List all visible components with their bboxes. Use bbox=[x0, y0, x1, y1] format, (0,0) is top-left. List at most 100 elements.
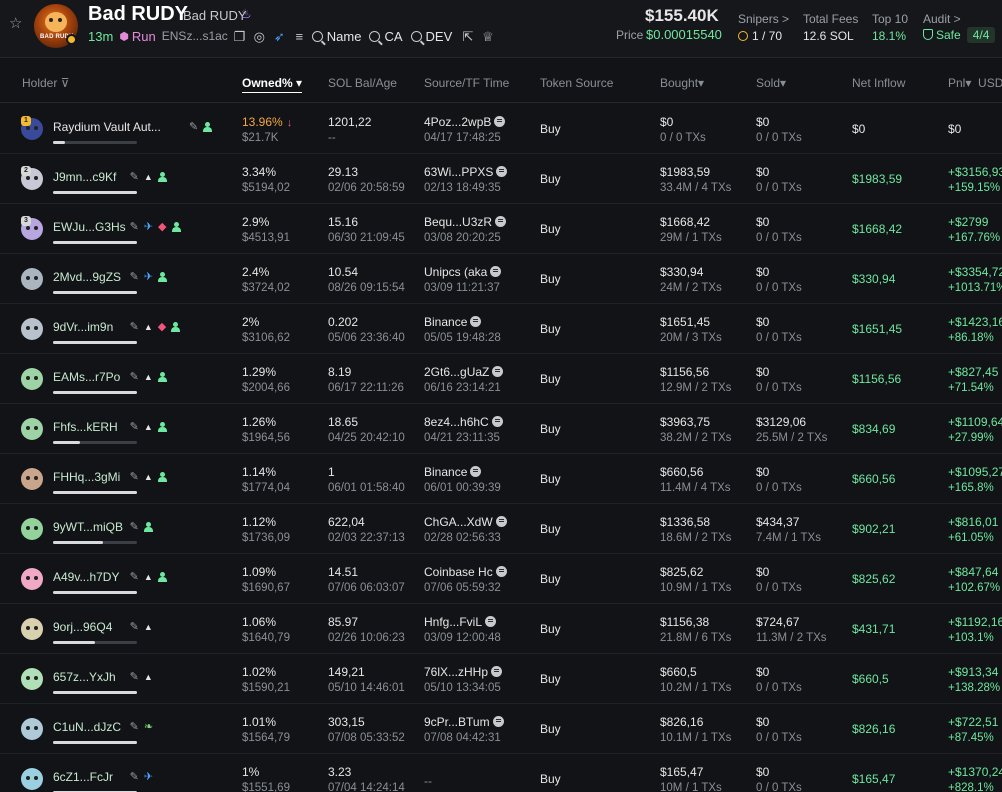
search-icon bbox=[410, 30, 422, 42]
holder-address[interactable]: 2Mvd...9gZS bbox=[53, 270, 121, 284]
edit-icon[interactable]: ✎ bbox=[130, 620, 139, 633]
edit-icon[interactable]: ✎ bbox=[130, 270, 139, 283]
table-row[interactable]: 9yWT...miQB ✎ 1.12% $1736,09 622,04 02/03 22:… bbox=[0, 504, 1002, 554]
col-sol-age[interactable]: SOL Bal/Age bbox=[328, 76, 397, 90]
table-row[interactable]: 657z...YxJh ✎ ▲ 1.02% $1590,21 149,21 05/10 14… bbox=[0, 654, 1002, 704]
edit-icon[interactable]: ✎ bbox=[130, 720, 139, 733]
holder-address[interactable]: A49v...h7DY bbox=[53, 570, 119, 584]
table-row[interactable]: FHHq...3gMi ✎ ▲ 1.14% $1774,04 1 06/01 01:58:4… bbox=[0, 454, 1002, 504]
table-row[interactable]: EAMs...r7Po ✎ ▲ 1.29% $2004,66 8.19 06/17 22:1… bbox=[0, 354, 1002, 404]
person-icon bbox=[157, 421, 167, 432]
audit-label[interactable]: Audit > bbox=[923, 12, 961, 26]
funding-source[interactable]: Binance bbox=[424, 315, 482, 329]
crown-icon[interactable]: ♕ bbox=[480, 29, 495, 44]
token-source: Buy bbox=[540, 372, 561, 386]
table-row[interactable]: A49v...h7DY ✎ ▲ 1.09% $1690,67 14.51 07/06 06:… bbox=[0, 554, 1002, 604]
col-token-source[interactable]: Token Source bbox=[540, 76, 613, 90]
funding-source[interactable]: Unipcs (aka bbox=[424, 265, 502, 279]
copy-icon[interactable]: ❐ bbox=[232, 29, 247, 44]
avatar bbox=[21, 318, 43, 340]
wallet-age: 02/06 20:58:59 bbox=[328, 182, 405, 194]
edit-icon[interactable]: ✎ bbox=[130, 170, 139, 183]
top10-value: 18.1% bbox=[872, 29, 907, 43]
holder-address[interactable]: FHHq...3gMi bbox=[53, 470, 120, 484]
funding-source[interactable]: Coinbase Hc bbox=[424, 565, 507, 579]
holder-address[interactable]: 9orj...96Q4 bbox=[53, 620, 112, 634]
table-row[interactable]: 1 Raydium Vault Aut... ✎ 13.96% ↓ $21.7K 1201,… bbox=[0, 104, 1002, 154]
search-name-button[interactable]: Name bbox=[311, 29, 361, 44]
token-age: 13m bbox=[88, 28, 114, 44]
holder-address[interactable]: 9dVr...im9n bbox=[53, 320, 113, 334]
edit-icon[interactable]: ✎ bbox=[130, 470, 139, 483]
edit-icon[interactable]: ✎ bbox=[130, 420, 139, 433]
edit-icon[interactable]: ✎ bbox=[189, 120, 198, 133]
funding-source[interactable]: Binance bbox=[424, 465, 482, 479]
holder-address[interactable]: 657z...YxJh bbox=[53, 670, 116, 684]
holder-address[interactable]: C1uN...dJzC bbox=[53, 720, 121, 734]
edit-icon[interactable]: ✎ bbox=[130, 770, 139, 783]
owned-usd: $1551,69 bbox=[242, 782, 290, 792]
edit-icon[interactable]: ✎ bbox=[130, 370, 139, 383]
holder-address[interactable]: J9mn...c9Kf bbox=[53, 170, 116, 184]
col-pnl[interactable]: Pnl▾ USD bbox=[948, 76, 1002, 90]
sold-usd: $0 bbox=[756, 265, 770, 279]
holder-address[interactable]: 9yWT...miQB bbox=[53, 520, 123, 534]
funding-source[interactable]: 63Wi...PPXS bbox=[424, 165, 508, 179]
funding-source[interactable]: 4Poz...2wpB bbox=[424, 115, 506, 129]
filter-icon[interactable]: ⊽ bbox=[61, 76, 70, 90]
sol-balance: 10.54 bbox=[328, 265, 359, 279]
net-inflow: $825,62 bbox=[852, 572, 896, 586]
funding-source[interactable]: ChGA...XdW bbox=[424, 515, 507, 529]
col-source-tf[interactable]: Source/TF Time bbox=[424, 76, 509, 90]
menu-circle-icon[interactable]: ≡ bbox=[292, 29, 307, 44]
snipers-label[interactable]: Snipers > bbox=[738, 12, 789, 26]
table-row[interactable]: 2Mvd...9gZS ✎ ✈ 2.4% $3724,02 10.54 08/26 09:1… bbox=[0, 254, 1002, 304]
col-sold[interactable]: Sold▾ bbox=[756, 76, 786, 90]
sol-balance: 15.16 bbox=[328, 215, 359, 229]
owned-pct: 1.12% bbox=[242, 515, 277, 529]
funding-source[interactable]: 76lX...zHHp bbox=[424, 665, 503, 679]
holder-address[interactable]: Raydium Vault Aut... bbox=[53, 120, 161, 134]
table-row[interactable]: C1uN...dJzC ✎ ❧ 1.01% $1564,79 303,15 07/08 05… bbox=[0, 704, 1002, 754]
tier-icon: ▲ bbox=[143, 571, 153, 582]
holder-address[interactable]: EAMs...r7Po bbox=[53, 370, 120, 384]
edit-icon[interactable]: ✎ bbox=[130, 320, 139, 333]
table-row[interactable]: 9dVr...im9n ✎ ▲ ◆ 2% $3106,62 0.202 05/06 23:36… bbox=[0, 304, 1002, 354]
funding-source[interactable]: 8ez4...h6hC bbox=[424, 415, 503, 429]
funding-source[interactable]: Hnfg...FviL bbox=[424, 615, 497, 629]
person-icon bbox=[171, 321, 181, 332]
holder-address[interactable]: 6cZ1...FcJr bbox=[53, 770, 113, 784]
holder-address[interactable]: Fhfs...kERH bbox=[53, 420, 118, 434]
favorite-star-icon[interactable]: ☆ bbox=[9, 16, 25, 32]
share-icon[interactable]: ⇱ bbox=[460, 29, 475, 44]
holder-tags: ✎ ✈ ◆ bbox=[130, 220, 181, 233]
holder-tags: ✎ ▲ ◆ bbox=[130, 320, 181, 333]
search-dev-button[interactable]: DEV bbox=[410, 29, 452, 44]
bought-txs: 10M / 1 TXs bbox=[660, 782, 722, 792]
search-ca-button[interactable]: CA bbox=[369, 29, 403, 44]
table-row[interactable]: 3 EWJu...G3Hs ✎ ✈ ◆ 2.9% $4513,91 15.16 06/30 21… bbox=[0, 204, 1002, 254]
funding-source[interactable]: 9cPr...BTum bbox=[424, 715, 504, 729]
col-owned[interactable]: Owned% ▾ bbox=[242, 76, 303, 93]
table-row[interactable]: 6cZ1...FcJr ✎ ✈ 1% $1551,69 3.23 07/04 14:24:1… bbox=[0, 754, 1002, 792]
funding-source[interactable]: Bequ...U3zR bbox=[424, 215, 507, 229]
owned-usd: $1690,67 bbox=[242, 582, 290, 594]
token-source: Buy bbox=[540, 172, 561, 186]
holder-address[interactable]: EWJu...G3Hs bbox=[53, 220, 126, 234]
globe-icon[interactable]: ◎ bbox=[252, 29, 267, 44]
col-holder[interactable]: Holder ⊽ bbox=[22, 76, 70, 90]
telegram-icon[interactable]: ➶ bbox=[272, 29, 287, 44]
table-row[interactable]: 9orj...96Q4 ✎ ▲ 1.06% $1640,79 85.97 02/26 10:… bbox=[0, 604, 1002, 654]
search-icon bbox=[311, 30, 323, 42]
col-net-inflow[interactable]: Net Inflow bbox=[852, 76, 905, 90]
col-bought[interactable]: Bought▾ bbox=[660, 76, 704, 90]
edit-icon[interactable]: ✎ bbox=[130, 670, 139, 683]
edit-icon[interactable]: ✎ bbox=[130, 520, 139, 533]
funding-source[interactable]: -- bbox=[424, 774, 432, 788]
edit-icon[interactable]: ✎ bbox=[130, 570, 139, 583]
table-row[interactable]: Fhfs...kERH ✎ ▲ 1.26% $1964,56 18.65 04/25 20:… bbox=[0, 404, 1002, 454]
tier-icon: ▲ bbox=[143, 171, 153, 182]
table-row[interactable]: 2 J9mn...c9Kf ✎ ▲ 3.34% $5194,02 29.13 02/06 20… bbox=[0, 154, 1002, 204]
funding-source[interactable]: 2Gt6...gUaZ bbox=[424, 365, 504, 379]
edit-icon[interactable]: ✎ bbox=[130, 220, 139, 233]
